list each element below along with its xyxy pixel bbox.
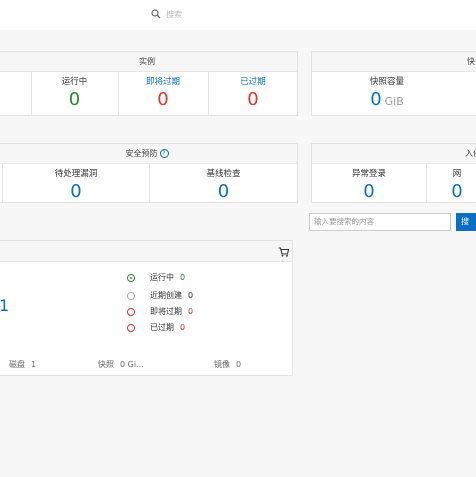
recent-status-icon — [127, 291, 135, 300]
instances-expiring-value: 0 — [157, 89, 169, 110]
baseline-check-value: 0 — [217, 181, 230, 202]
instances-panel: 实例 运行中 0 即将过期 0 已过期 0 — [0, 51, 298, 116]
instances-running[interactable]: 运行中 0 — [32, 71, 117, 115]
snapshot-panel: 快 快照容量 0 GiB — [311, 51, 476, 116]
baseline-check[interactable]: 基线检查 0 — [150, 163, 297, 202]
region-card-header — [0, 241, 292, 262]
abnormal-login-label: 异常登录 — [351, 169, 386, 179]
expiring-status-icon — [127, 307, 135, 316]
instances-expired-value: 0 — [247, 89, 259, 110]
resource-search-input[interactable]: 输入要搜索的内容 — [309, 213, 451, 231]
top-bar: 搜索 — [0, 0, 476, 28]
abnormal-login-value: 0 — [363, 181, 375, 202]
snapshot-panel-title: 快 — [312, 52, 476, 72]
instances-expiring-label: 即将过期 — [145, 77, 180, 87]
security-panel: 安全预防? 待处理漏洞 0 基线检查 0 — [0, 143, 298, 203]
baseline-check-label: 基线检查 — [206, 169, 241, 179]
status-recently-created[interactable]: 近期创建 0 — [127, 290, 193, 302]
pending-vulnerabilities-label: 待处理漏洞 — [54, 169, 98, 179]
instances-expiring[interactable]: 即将过期 0 — [119, 71, 207, 115]
snapshot-capacity-label: 快照容量 — [369, 77, 404, 87]
instances-panel-title: 实例 — [0, 52, 297, 72]
running-status-icon — [127, 273, 135, 282]
expired-status-icon — [127, 323, 135, 332]
network-intrusion[interactable]: 网 0 — [427, 163, 476, 202]
network-intrusion-label: 网 — [452, 169, 462, 179]
status-running[interactable]: 运行中 0 — [127, 272, 185, 284]
resource-search-button[interactable]: 搜 — [456, 213, 476, 231]
security-panel-title: 安全预防 — [125, 149, 158, 158]
footer-snapshot[interactable]: 快照 0 Gi... — [98, 359, 144, 370]
status-expiring[interactable]: 即将过期 0 — [127, 306, 193, 318]
snapshot-capacity-value: 0 GiB — [370, 89, 404, 110]
security-panel-header: 安全预防? — [0, 144, 297, 164]
region-instance-count[interactable]: 1 — [0, 296, 9, 315]
intrusion-panel-title: 入侵 — [312, 144, 476, 164]
instances-running-value: 0 — [68, 89, 81, 110]
network-intrusion-value: 0 — [451, 181, 463, 202]
intrusion-panel: 入侵 异常登录 0 网 0 — [311, 143, 476, 203]
instances-expired[interactable]: 已过期 0 — [209, 71, 297, 115]
footer-image[interactable]: 镜像 0 — [214, 359, 241, 370]
pending-vulnerabilities[interactable]: 待处理漏洞 0 — [3, 163, 149, 202]
help-icon[interactable]: ? — [159, 149, 169, 158]
snapshot-capacity[interactable]: 快照容量 0 GiB — [312, 71, 462, 115]
global-search-input[interactable]: 搜索 — [166, 9, 182, 20]
instances-expired-label: 已过期 — [240, 77, 266, 87]
search-icon[interactable] — [151, 9, 161, 19]
status-expired[interactable]: 已过期 0 — [127, 322, 185, 334]
footer-disk[interactable]: 磁盘 1 — [9, 359, 36, 370]
cart-icon[interactable] — [278, 247, 289, 257]
instances-running-label: 运行中 — [61, 77, 88, 87]
abnormal-login[interactable]: 异常登录 0 — [312, 163, 426, 202]
pending-vulnerabilities-value: 0 — [70, 181, 82, 202]
